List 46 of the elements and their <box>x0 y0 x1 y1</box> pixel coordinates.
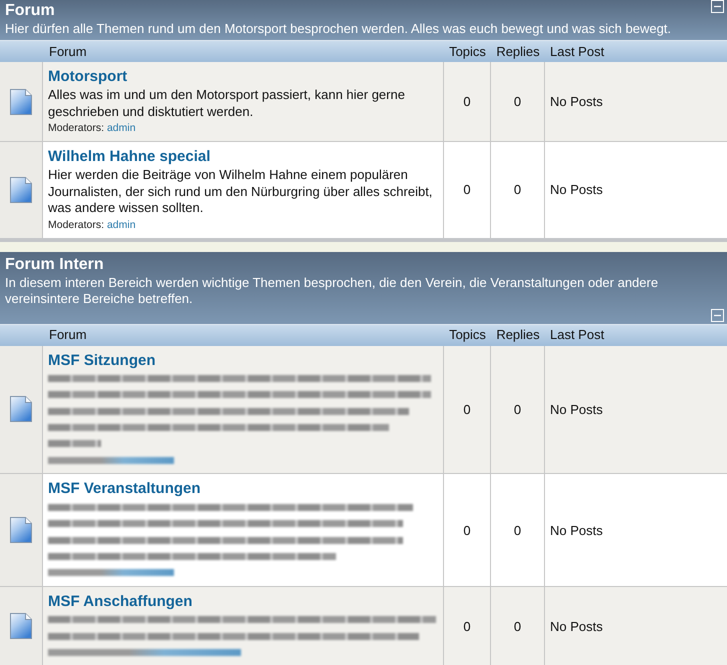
forum-description: Alles was im und um den Motorsport passiert, kann hier gerne geschrieben und disktutiert werden. <box>48 87 406 120</box>
moderators-line: Moderators: admin <box>48 121 136 136</box>
last-post-cell: No Posts <box>545 586 727 665</box>
replies-count: 0 <box>491 62 545 142</box>
forum-document-icon <box>9 612 33 640</box>
topics-count: 0 <box>444 62 491 142</box>
collapse-icon[interactable] <box>711 308 724 322</box>
forum-document-icon <box>9 88 33 116</box>
column-heading: Topics <box>449 327 486 343</box>
column-heading: Forum <box>48 44 87 60</box>
collapse-icon[interactable] <box>711 0 724 13</box>
last-post-cell: No Posts <box>545 62 727 142</box>
forum-title-link[interactable]: MSF Anschaffungen <box>48 592 192 612</box>
category-title: Forum Intern <box>5 254 104 274</box>
moderators-line: Moderators: admin <box>48 218 136 232</box>
blurred-text <box>48 440 101 448</box>
last-post-cell: No Posts <box>545 142 727 238</box>
forum-document-icon <box>9 176 33 204</box>
last-post-cell: No Posts <box>545 346 727 474</box>
category-description: In diesem interen Bereich werden wichtige Themen besprochen, die den Verein, die Veranstaltungen oder andere vereinsintere Bereiche betreffen. <box>5 274 660 306</box>
topics-count: 0 <box>444 142 491 238</box>
topics-count: 0 <box>444 474 491 587</box>
topics-count: 0 <box>444 586 491 665</box>
column-heading: Forum <box>48 327 87 343</box>
forum-description: Hier werden die Beiträge von Wilhelm Hahne einem populären Journalisten, der sich rund um den Nürburgring über alles schreibt, was andere wissen sollten. <box>48 167 434 216</box>
topics-count: 0 <box>444 346 491 474</box>
forum-title-link[interactable]: MSF Veranstaltungen <box>48 479 201 500</box>
moderator-link[interactable]: admin <box>106 122 136 134</box>
forum-title-link[interactable]: Motorsport <box>48 67 128 87</box>
replies-count: 0 <box>491 474 545 587</box>
category-title: Forum <box>5 1 55 21</box>
column-heading: Last Post <box>549 327 604 343</box>
replies-count: 0 <box>491 142 545 238</box>
replies-count: 0 <box>491 586 545 665</box>
forum-document-icon <box>9 395 33 424</box>
forum-title-link[interactable]: Wilhelm Hahne special <box>48 147 210 167</box>
last-post-cell: No Posts <box>545 474 727 587</box>
column-heading: Topics <box>449 44 486 60</box>
column-heading: Replies <box>496 44 540 60</box>
forum-title-link[interactable]: MSF Sitzungen <box>48 350 156 370</box>
category-description: Hier dürfen alle Themen rund um den Motorsport besprochen werden. Alles was euch bewegt und was sich bewegt. <box>5 21 672 37</box>
replies-count: 0 <box>491 346 545 474</box>
forum-document-icon <box>9 516 33 544</box>
column-heading: Last Post <box>549 44 604 60</box>
column-heading: Replies <box>496 327 540 343</box>
moderator-link[interactable]: admin <box>106 218 136 230</box>
